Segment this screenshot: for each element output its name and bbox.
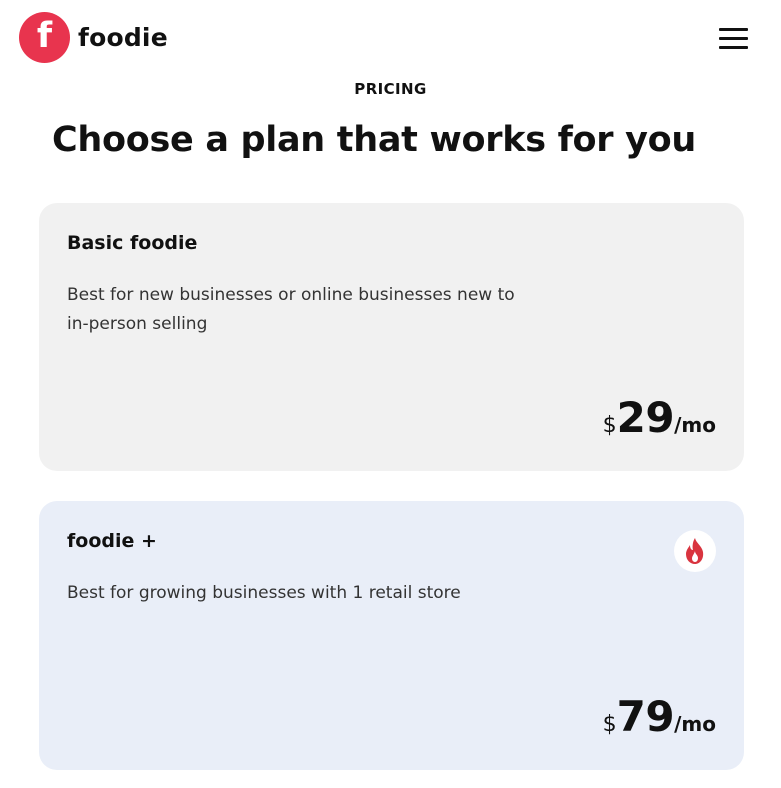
plan-price: $ 79 /mo: [603, 692, 716, 741]
flame-icon: [674, 530, 716, 572]
hamburger-menu-icon[interactable]: [716, 26, 750, 52]
price-amount: 29: [616, 393, 675, 442]
foodie-logo[interactable]: f foodie: [19, 12, 168, 63]
price-period: /mo: [674, 413, 716, 437]
logo-mark-icon: f: [19, 12, 70, 63]
price-period: /mo: [674, 712, 716, 736]
plan-card-plus[interactable]: foodie + Best for growing businesses wit…: [39, 501, 744, 770]
plan-card-basic[interactable]: Basic foodie Best for new businesses or …: [39, 203, 744, 471]
plan-name: Basic foodie: [67, 232, 198, 254]
site-header: f foodie: [0, 0, 781, 72]
section-eyebrow: PRICING: [354, 80, 427, 98]
plan-description: Best for growing businesses with 1 retai…: [67, 583, 461, 603]
plan-price: $ 29 /mo: [603, 393, 716, 442]
logo-letter: f: [36, 16, 53, 56]
price-amount: 79: [616, 692, 675, 741]
page-title: Choose a plan that works for you: [51, 120, 697, 160]
price-currency: $: [602, 712, 617, 737]
plan-description: Best for new businesses or online busine…: [67, 285, 515, 334]
brand-name: foodie: [78, 23, 168, 52]
price-currency: $: [602, 413, 617, 438]
plan-name: foodie +: [67, 530, 157, 552]
